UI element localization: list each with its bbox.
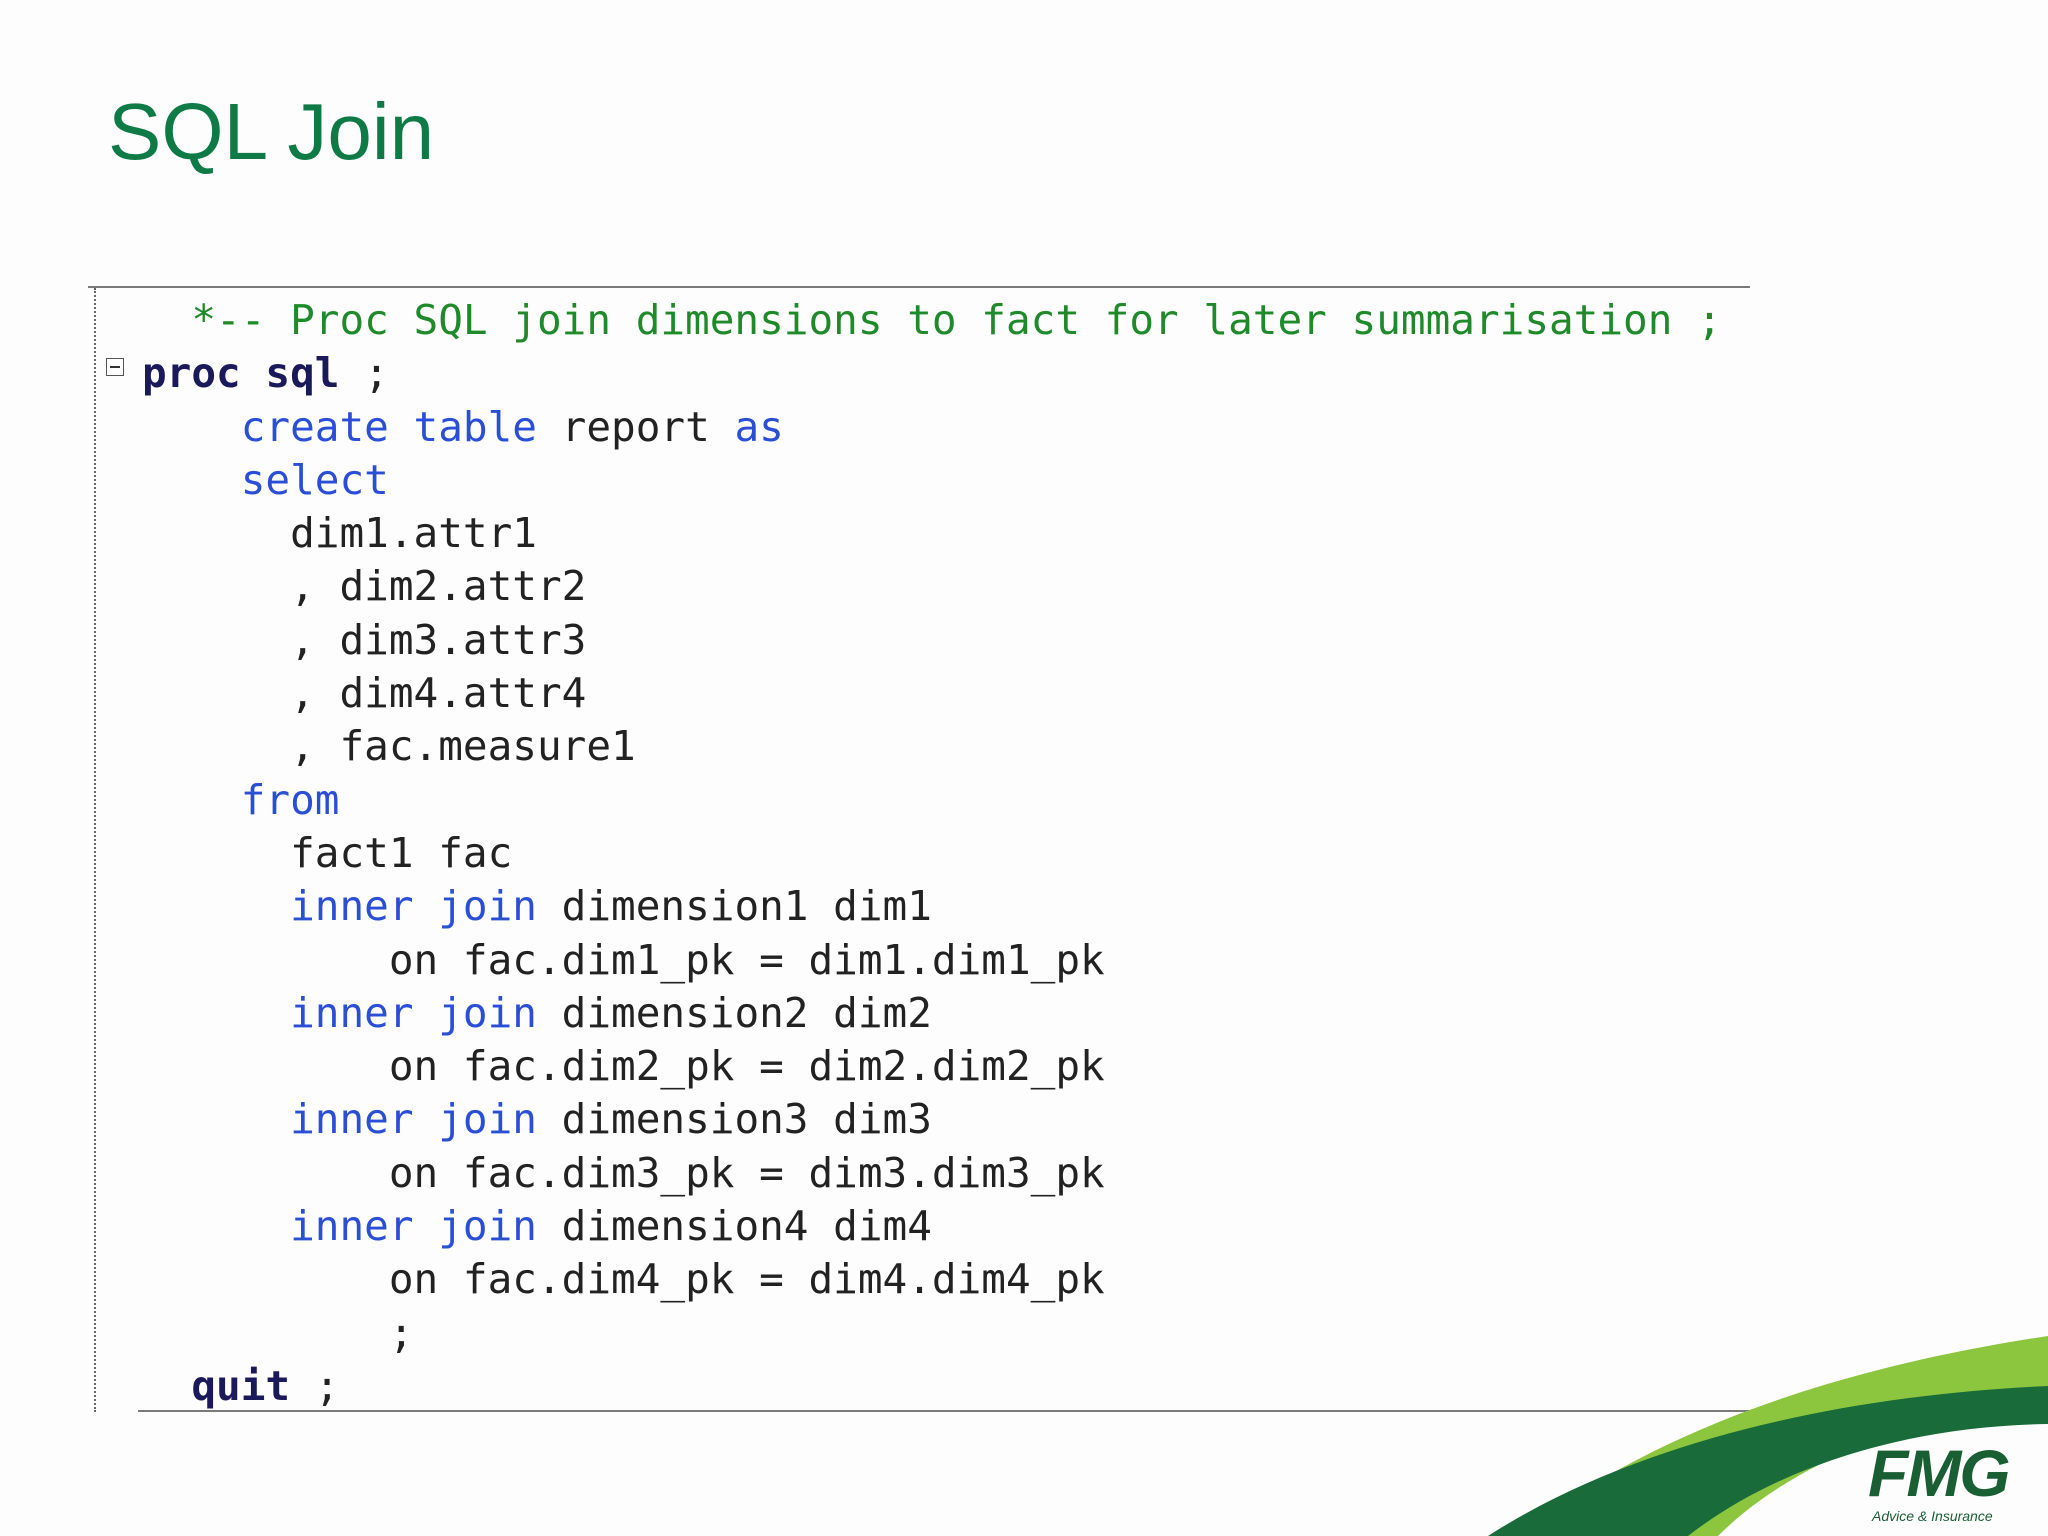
code-line-column: , dim3.attr3	[142, 614, 1722, 667]
code-line-select: select	[142, 454, 1722, 507]
code-line-comment: *-- Proc SQL join dimensions to fact for…	[142, 294, 1722, 347]
code-line-join: inner join dimension1 dim1	[142, 880, 1722, 933]
code-line-join: inner join dimension4 dim4	[142, 1200, 1722, 1253]
inner-join-keyword: inner join	[290, 882, 537, 931]
code-line-on: on fac.dim3_pk = dim3.dim3_pk	[142, 1147, 1722, 1200]
code-line-on: on fac.dim2_pk = dim2.dim2_pk	[142, 1040, 1722, 1093]
create-table-keyword: create table	[240, 402, 537, 451]
collapse-block-icon[interactable]	[106, 358, 124, 376]
inner-join-keyword: inner join	[290, 1095, 537, 1144]
join-condition: on fac.dim1_pk = dim1.dim1_pk	[388, 935, 1105, 984]
join-table: dimension2 dim2	[536, 988, 932, 1037]
proc-terminator: ;	[339, 349, 389, 398]
code-line-fact: fact1 fac	[142, 827, 1722, 880]
slide: SQL Join *-- Proc SQL join dimensions to…	[0, 0, 2048, 1536]
select-column: , fac.measure1	[290, 722, 636, 771]
code-line-proc: proc sql ;	[142, 347, 1722, 400]
top-divider	[88, 286, 1750, 288]
code-line-column: , dim2.attr2	[142, 560, 1722, 613]
sas-code-block: *-- Proc SQL join dimensions to fact for…	[142, 294, 1722, 1413]
code-line-from: from	[142, 774, 1722, 827]
select-column: dim1.attr1	[290, 509, 537, 558]
join-condition: on fac.dim2_pk = dim2.dim2_pk	[388, 1042, 1105, 1091]
fact-table: fact1 fac	[290, 828, 513, 877]
as-keyword: as	[734, 402, 784, 451]
slide-title: SQL Join	[108, 87, 435, 176]
code-line-column: , dim4.attr4	[142, 667, 1722, 720]
code-line-on: on fac.dim4_pk = dim4.dim4_pk	[142, 1253, 1722, 1306]
code-line-join: inner join dimension3 dim3	[142, 1093, 1722, 1146]
code-line-column: dim1.attr1	[142, 507, 1722, 560]
inner-join-keyword: inner join	[290, 988, 537, 1037]
comment-text: *-- Proc SQL join dimensions to fact for…	[191, 296, 1722, 344]
code-line-create: create table report as	[142, 401, 1722, 454]
select-column: , dim2.attr2	[290, 562, 587, 611]
select-column: , dim4.attr4	[290, 669, 587, 718]
join-condition: on fac.dim4_pk = dim4.dim4_pk	[388, 1255, 1105, 1304]
code-line-semicolon: ;	[142, 1307, 1722, 1360]
fmg-tagline: Advice & Insurance	[1872, 1508, 1993, 1524]
join-table: dimension3 dim3	[536, 1095, 932, 1144]
table-name: report	[536, 402, 735, 451]
proc-sql-keyword: proc sql	[142, 349, 340, 398]
quit-keyword: quit	[191, 1361, 291, 1410]
join-table: dimension1 dim1	[536, 882, 932, 931]
select-column: , dim3.attr3	[290, 615, 587, 664]
code-line-column: , fac.measure1	[142, 720, 1722, 773]
code-editor-panel: *-- Proc SQL join dimensions to fact for…	[88, 286, 1750, 1412]
statement-terminator: ;	[388, 1308, 414, 1357]
fmg-logo: FMG	[1868, 1436, 2011, 1510]
join-table: dimension4 dim4	[536, 1202, 932, 1251]
fold-gutter-line	[94, 288, 96, 1412]
code-line-quit: quit ;	[142, 1360, 1722, 1413]
join-condition: on fac.dim3_pk = dim3.dim3_pk	[388, 1148, 1105, 1197]
code-line-on: on fac.dim1_pk = dim1.dim1_pk	[142, 934, 1722, 987]
from-keyword: from	[240, 775, 340, 824]
select-keyword: select	[240, 455, 389, 504]
code-line-join: inner join dimension2 dim2	[142, 987, 1722, 1040]
inner-join-keyword: inner join	[290, 1202, 537, 1251]
quit-terminator: ;	[290, 1361, 340, 1410]
